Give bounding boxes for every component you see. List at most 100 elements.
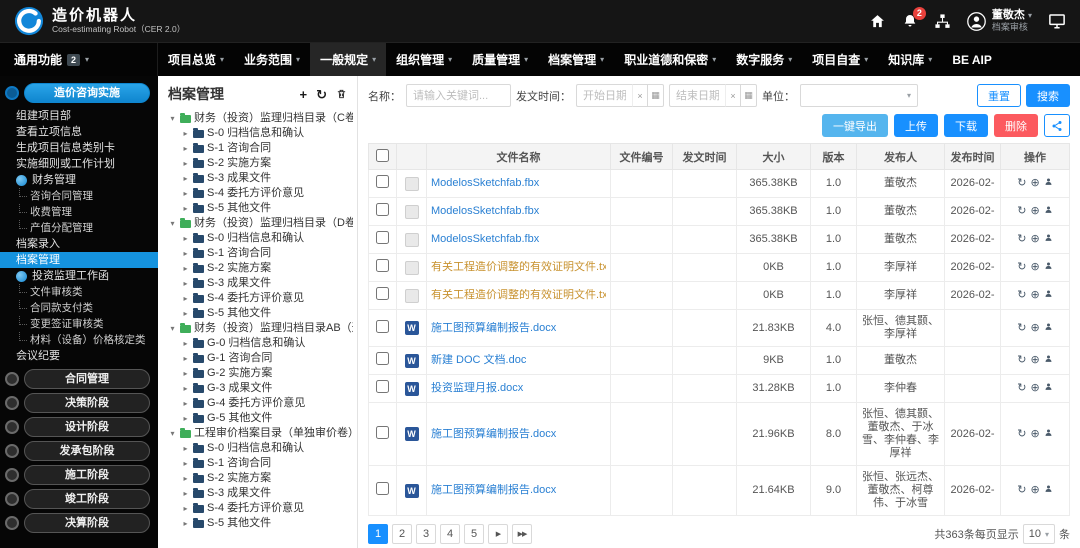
tree-node[interactable]: ▸ G-2 实施方案 bbox=[181, 366, 353, 381]
tree-node[interactable]: ▸ S-5 其他文件 bbox=[181, 306, 353, 321]
row-checkbox[interactable] bbox=[376, 203, 389, 216]
file-link[interactable]: ModelosSketchfab.fbx bbox=[431, 177, 606, 190]
tree-node[interactable]: ▸ S-3 成果文件 bbox=[181, 276, 353, 291]
row-checkbox[interactable] bbox=[376, 482, 389, 495]
sidebar-stage-construction[interactable]: 施工阶段 bbox=[0, 463, 158, 487]
row-checkbox[interactable] bbox=[376, 380, 389, 393]
expand-closed-icon[interactable]: ▸ bbox=[181, 366, 190, 381]
tree-node[interactable]: ▸ G-5 其他文件 bbox=[181, 411, 353, 426]
expand-closed-icon[interactable]: ▸ bbox=[181, 501, 190, 516]
row-checkbox[interactable] bbox=[376, 319, 389, 333]
page-button-2[interactable]: 2 bbox=[392, 524, 412, 544]
next-page-icon[interactable]: ▶ bbox=[488, 524, 508, 544]
end-date-calendar-icon[interactable]: ▦ bbox=[741, 84, 757, 107]
screen-monitor-icon[interactable] bbox=[1048, 12, 1066, 30]
row-checkbox[interactable] bbox=[376, 231, 389, 244]
sidebar-section-supervision-letters[interactable]: 投资监理工作函 bbox=[0, 268, 158, 284]
nav-item-digital-services[interactable]: 数字服务 ▾ bbox=[726, 43, 802, 76]
add-version-icon[interactable]: ⊕ bbox=[1031, 233, 1040, 246]
tree-node[interactable]: ▸ S-1 咨询合同 bbox=[181, 141, 353, 156]
sidebar-item-work-plan[interactable]: 实施细则或工作计划 bbox=[0, 156, 158, 172]
clear-start-date-icon[interactable]: × bbox=[632, 84, 648, 107]
user-menu[interactable]: 董敬杰 ▾ 档案审核 bbox=[967, 9, 1032, 33]
expand-closed-icon[interactable]: ▸ bbox=[181, 156, 190, 171]
notifications-bell-icon[interactable]: 2 bbox=[902, 7, 926, 29]
expand-closed-icon[interactable]: ▸ bbox=[181, 231, 190, 246]
nav-item-knowledge-base[interactable]: 知识库 ▾ bbox=[878, 43, 942, 76]
clear-end-date-icon[interactable]: × bbox=[725, 84, 741, 107]
tree-node[interactable]: ▸ S-3 成果文件 bbox=[181, 171, 353, 186]
expand-closed-icon[interactable]: ▸ bbox=[181, 126, 190, 141]
last-page-icon[interactable]: ▶▶ bbox=[512, 524, 532, 544]
tree-node[interactable]: ▸ G-3 成果文件 bbox=[181, 381, 353, 396]
sidebar-item-meeting-minutes[interactable]: 会议纪要 bbox=[0, 348, 158, 364]
row-checkbox[interactable] bbox=[376, 352, 389, 365]
expand-closed-icon[interactable]: ▸ bbox=[181, 171, 190, 186]
tree-node[interactable]: ▸ G-0 归档信息和确认 bbox=[181, 336, 353, 351]
tree-node[interactable]: ▸ S-0 归档信息和确认 bbox=[181, 126, 353, 141]
history-icon[interactable]: ↻ bbox=[1017, 382, 1026, 395]
add-version-icon[interactable]: ⊕ bbox=[1031, 205, 1040, 218]
row-checkbox[interactable] bbox=[376, 425, 389, 439]
tree-node[interactable]: ▸ S-0 归档信息和确认 bbox=[181, 231, 353, 246]
tree-group-d-volume[interactable]: ▾财务（投资）监理归档目录（D卷）（专 bbox=[168, 216, 353, 231]
assign-user-icon[interactable] bbox=[1044, 261, 1053, 274]
home-icon[interactable] bbox=[869, 13, 886, 30]
sidebar-item-archive-management[interactable]: 档案管理 bbox=[0, 252, 158, 268]
expand-open-icon[interactable]: ▾ bbox=[168, 426, 177, 441]
expand-closed-icon[interactable]: ▸ bbox=[181, 306, 190, 321]
expand-closed-icon[interactable]: ▸ bbox=[181, 456, 190, 471]
sidebar-stage-design[interactable]: 设计阶段 bbox=[0, 415, 158, 439]
nav-item-be-aip[interactable]: BE AIP bbox=[942, 43, 1002, 76]
sidebar-section-finance[interactable]: 财务管理 bbox=[0, 172, 158, 188]
assign-user-icon[interactable] bbox=[1044, 322, 1053, 335]
add-version-icon[interactable]: ⊕ bbox=[1031, 322, 1040, 335]
tree-node[interactable]: ▸ S-2 实施方案 bbox=[181, 156, 353, 171]
share-button[interactable] bbox=[1044, 114, 1070, 137]
sidebar-item-info-card[interactable]: 生成项目信息类别卡 bbox=[0, 140, 158, 156]
page-button-3[interactable]: 3 bbox=[416, 524, 436, 544]
page-size-select[interactable]: 10 ▾ bbox=[1022, 524, 1055, 544]
expand-closed-icon[interactable]: ▸ bbox=[181, 246, 190, 261]
history-icon[interactable]: ↻ bbox=[1017, 289, 1026, 302]
expand-closed-icon[interactable]: ▸ bbox=[181, 291, 190, 306]
expand-closed-icon[interactable]: ▸ bbox=[181, 471, 190, 486]
file-link[interactable]: 新建 DOC 文档.doc bbox=[431, 354, 606, 367]
assign-user-icon[interactable] bbox=[1044, 484, 1053, 497]
row-checkbox[interactable] bbox=[376, 287, 389, 300]
expand-closed-icon[interactable]: ▸ bbox=[181, 396, 190, 411]
page-button-1[interactable]: 1 bbox=[368, 524, 388, 544]
nav-item-self-check[interactable]: 项目自查 ▾ bbox=[802, 43, 878, 76]
sidebar-item-file-review[interactable]: 文件审核类 bbox=[0, 284, 158, 300]
tree-node[interactable]: ▸ S-1 咨询合同 bbox=[181, 246, 353, 261]
nav-item-ethics[interactable]: 职业道德和保密 ▾ bbox=[614, 43, 726, 76]
sidebar-item-view-project-info[interactable]: 查看立项信息 bbox=[0, 124, 158, 140]
refresh-tree-icon[interactable]: ↻ bbox=[316, 88, 327, 101]
history-icon[interactable]: ↻ bbox=[1017, 428, 1026, 441]
history-icon[interactable]: ↻ bbox=[1017, 484, 1026, 497]
row-checkbox[interactable] bbox=[376, 175, 389, 188]
add-version-icon[interactable]: ⊕ bbox=[1031, 261, 1040, 274]
row-checkbox[interactable] bbox=[376, 259, 389, 272]
tree-node[interactable]: ▸ S-4 委托方评价意见 bbox=[181, 291, 353, 306]
tree-node[interactable]: ▸ G-1 咨询合同 bbox=[181, 351, 353, 366]
add-version-icon[interactable]: ⊕ bbox=[1031, 382, 1040, 395]
assign-user-icon[interactable] bbox=[1044, 428, 1053, 441]
sidebar-stage-completion[interactable]: 竣工阶段 bbox=[0, 487, 158, 511]
name-filter-input[interactable] bbox=[406, 84, 511, 107]
sidebar-stage-decision[interactable]: 决策阶段 bbox=[0, 391, 158, 415]
history-icon[interactable]: ↻ bbox=[1017, 261, 1026, 274]
start-date-input[interactable] bbox=[576, 84, 632, 107]
file-link[interactable]: 施工图预算编制报告.docx bbox=[431, 484, 606, 497]
file-link[interactable]: 投资监理月报.docx bbox=[431, 382, 606, 395]
tree-node[interactable]: ▸ S-5 其他文件 bbox=[181, 516, 353, 531]
expand-closed-icon[interactable]: ▸ bbox=[181, 186, 190, 201]
history-icon[interactable]: ↻ bbox=[1017, 205, 1026, 218]
expand-closed-icon[interactable]: ▸ bbox=[181, 276, 190, 291]
start-date-calendar-icon[interactable]: ▦ bbox=[648, 84, 664, 107]
tree-node[interactable]: ▸ S-3 成果文件 bbox=[181, 486, 353, 501]
expand-closed-icon[interactable]: ▸ bbox=[181, 516, 190, 531]
add-node-icon[interactable]: + bbox=[300, 88, 308, 101]
sidebar-item-consult-contract[interactable]: 咨询合同管理 bbox=[0, 188, 158, 204]
sidebar-item-build-project-dept[interactable]: 组建项目部 bbox=[0, 108, 158, 124]
